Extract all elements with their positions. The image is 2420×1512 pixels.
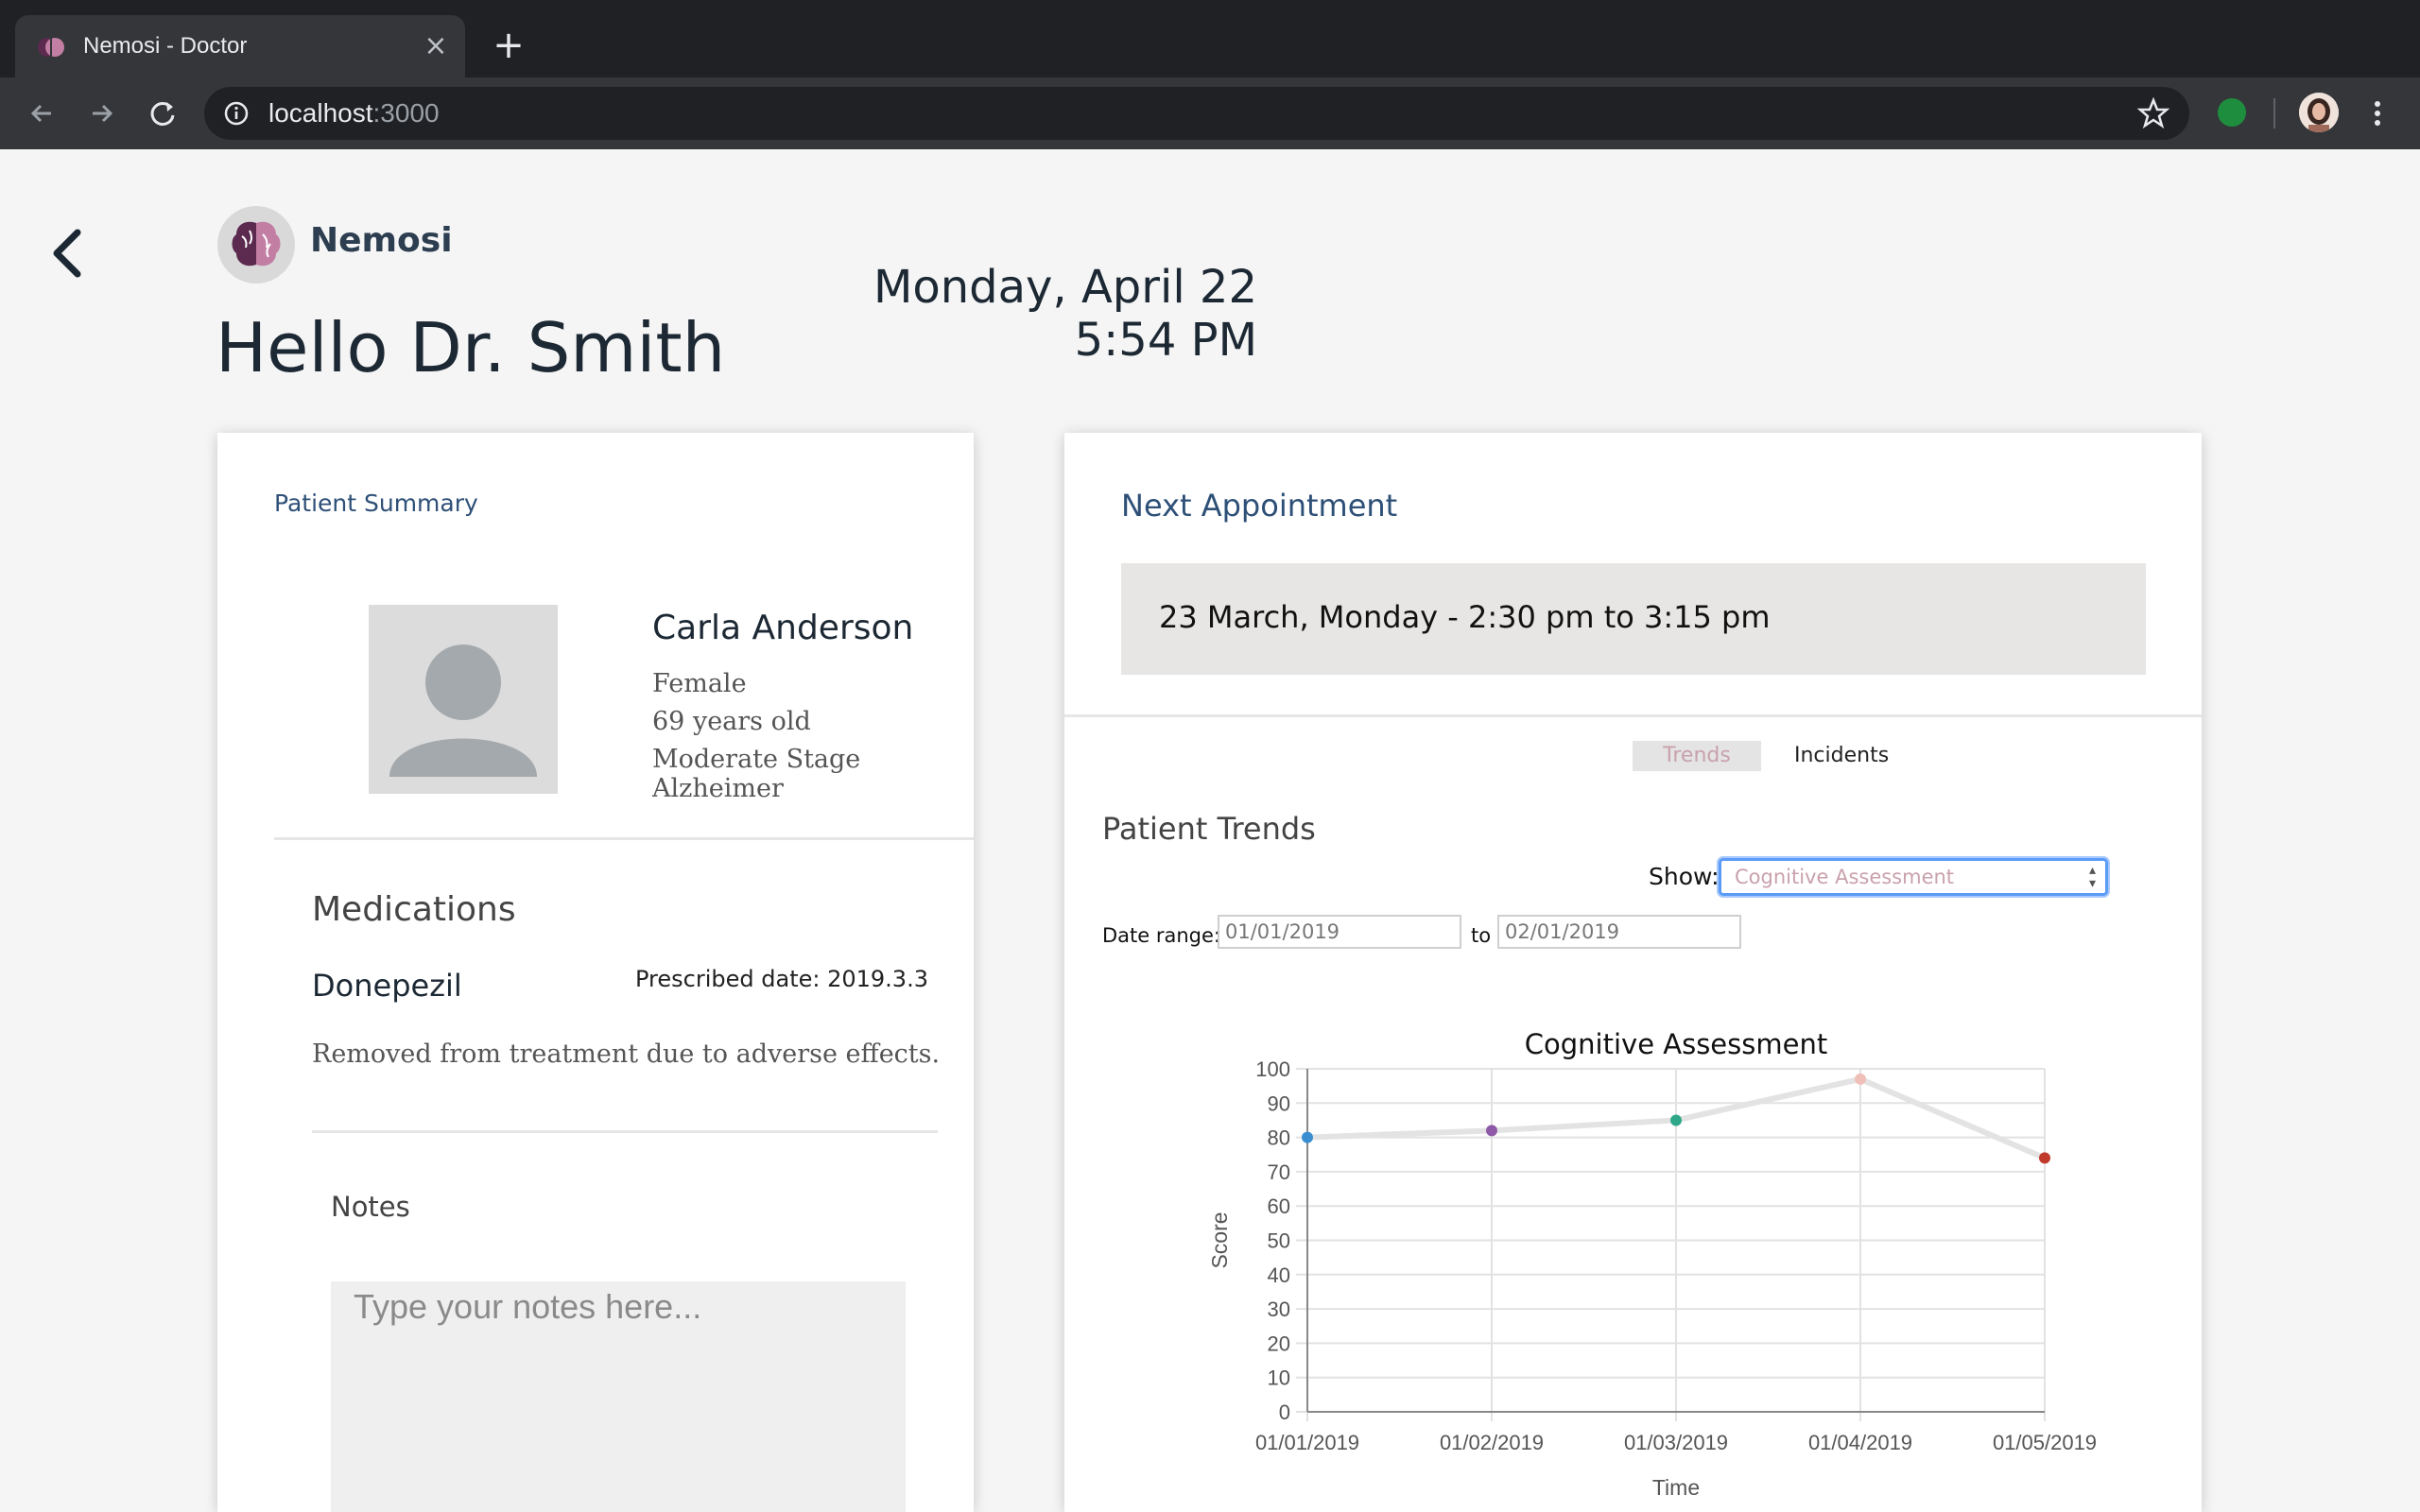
- y-tick-label: 40: [1268, 1263, 1290, 1287]
- patient-avatar: [369, 605, 558, 794]
- profile-photo-icon: [2299, 93, 2339, 132]
- data-point: [2039, 1152, 2050, 1164]
- page-title: Hello Dr. Smith: [216, 308, 726, 387]
- tab-trends[interactable]: Trends: [1633, 741, 1761, 771]
- new-tab-icon[interactable]: +: [490, 26, 527, 64]
- menu-kebab-icon[interactable]: [2363, 94, 2392, 132]
- notes-title: Notes: [331, 1191, 410, 1223]
- url-text: localhost:3000: [268, 98, 440, 128]
- chart-title: Cognitive Assessment: [1525, 1028, 1827, 1060]
- date-to-input[interactable]: 02/01/2019: [1497, 915, 1741, 949]
- divider: [1064, 714, 2202, 717]
- date-from-input[interactable]: 01/01/2019: [1218, 915, 1461, 949]
- x-tick-label: 01/04/2019: [1808, 1431, 1912, 1454]
- appointment-trends-card: Next Appointment 23 March, Monday - 2:30…: [1064, 433, 2202, 1512]
- brand-name: Nemosi: [310, 221, 453, 260]
- patient-stage: Moderate Stage Alzheimer: [652, 745, 861, 803]
- y-tick-label: 60: [1268, 1194, 1290, 1218]
- y-tick-label: 10: [1268, 1366, 1290, 1390]
- metric-select[interactable]: Cognitive Assessment ▴ ▾: [1719, 858, 2108, 896]
- nemosi-logo: [217, 206, 295, 284]
- data-point: [1302, 1131, 1313, 1143]
- y-axis-label: Score: [1207, 1211, 1232, 1268]
- toolbar-separator: [2273, 98, 2275, 129]
- patient-summary-title: Patient Summary: [274, 490, 478, 517]
- patient-age: 69 years old: [652, 707, 811, 736]
- y-tick-label: 90: [1268, 1091, 1290, 1115]
- appointment-text: 23 March, Monday - 2:30 pm to 3:15 pm: [1159, 599, 1771, 635]
- bookmark-star-icon[interactable]: [2136, 96, 2170, 130]
- y-tick-label: 0: [1279, 1400, 1290, 1424]
- data-point: [1486, 1125, 1497, 1137]
- notes-textarea[interactable]: [331, 1281, 906, 1512]
- reload-icon[interactable]: [144, 94, 182, 132]
- medication-prescribed-date: Prescribed date: 2019.3.3: [635, 966, 928, 992]
- medication-note: Removed from treatment due to adverse ef…: [312, 1040, 941, 1069]
- x-axis-label: Time: [1652, 1475, 1700, 1500]
- x-tick-label: 01/03/2019: [1624, 1431, 1728, 1454]
- x-tick-label: 01/02/2019: [1440, 1431, 1544, 1454]
- select-arrows-icon: ▴ ▾: [2088, 863, 2096, 891]
- metric-select-value: Cognitive Assessment: [1735, 866, 1955, 888]
- back-arrow-icon[interactable]: [23, 94, 60, 132]
- brain-logo-icon: [232, 221, 281, 266]
- y-tick-label: 80: [1268, 1126, 1290, 1150]
- brain-favicon-icon: [38, 38, 64, 57]
- medications-title: Medications: [312, 890, 516, 929]
- close-tab-icon[interactable]: ×: [422, 32, 450, 60]
- tab-incidents[interactable]: Incidents: [1794, 741, 1889, 771]
- profile-avatar[interactable]: [2299, 93, 2339, 132]
- cognitive-assessment-chart: Cognitive Assessment 0 10 20 30 40 50 60 70 80 90 1…: [1207, 1028, 2097, 1500]
- patient-trends-title: Patient Trends: [1102, 811, 1316, 847]
- address-bar[interactable]: localhost:3000: [204, 87, 2189, 140]
- y-tick-label: 20: [1268, 1332, 1290, 1355]
- y-tick-label: 50: [1268, 1229, 1290, 1253]
- medication-name: Donepezil: [312, 968, 462, 1004]
- date-range-label: Date range:: [1102, 924, 1221, 947]
- info-icon[interactable]: [223, 100, 250, 127]
- tab-title: Nemosi - Doctor: [83, 33, 248, 59]
- patient-gender: Female: [652, 669, 747, 698]
- divider: [312, 1130, 938, 1133]
- browser-toolbar: localhost:3000: [0, 77, 2420, 149]
- appointment-box: 23 March, Monday - 2:30 pm to 3:15 pm: [1121, 563, 2146, 675]
- person-placeholder-icon: [389, 644, 537, 777]
- current-date: Monday, April 22: [873, 261, 1257, 314]
- divider: [274, 837, 974, 840]
- extension-icon[interactable]: [2218, 98, 2246, 127]
- current-time: 5:54 PM: [1074, 314, 1257, 367]
- y-tick-label: 70: [1268, 1160, 1290, 1184]
- x-tick-label: 01/01/2019: [1255, 1431, 1359, 1454]
- patient-name: Carla Anderson: [652, 609, 914, 647]
- back-chevron-icon[interactable]: [45, 225, 89, 282]
- next-appointment-title: Next Appointment: [1121, 488, 1398, 524]
- browser-tab[interactable]: Nemosi - Doctor ×: [15, 15, 465, 77]
- browser-tab-strip: Nemosi - Doctor × +: [0, 0, 2420, 77]
- data-point: [1670, 1114, 1682, 1126]
- show-label: Show:: [1649, 863, 1720, 890]
- y-tick-label: 30: [1268, 1297, 1290, 1321]
- forward-arrow-icon[interactable]: [83, 94, 121, 132]
- date-range-to-label: to: [1471, 924, 1492, 947]
- data-point: [1855, 1073, 1866, 1085]
- x-tick-label: 01/05/2019: [1993, 1431, 2097, 1454]
- y-tick-label: 100: [1255, 1057, 1290, 1081]
- patient-summary-card: Patient Summary Carla Anderson Female 69…: [217, 433, 974, 1512]
